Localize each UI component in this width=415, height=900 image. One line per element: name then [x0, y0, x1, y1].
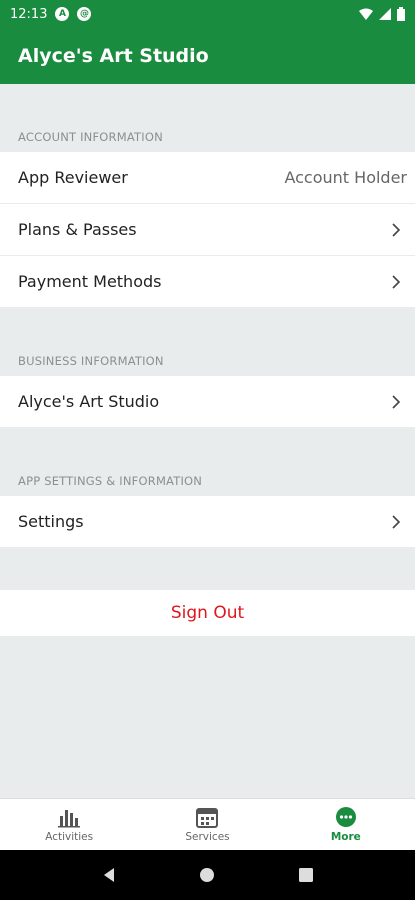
chevron-right-icon [389, 394, 403, 409]
battery-icon [397, 7, 405, 21]
sync-notification-icon: @ [77, 7, 92, 21]
payment-methods-label: Payment Methods [18, 272, 162, 291]
app-notification-icon: A [55, 7, 70, 21]
business-studio-row[interactable]: Alyce's Art Studio [0, 376, 415, 428]
account-name: App Reviewer [18, 168, 128, 187]
nav-activities-label: Activities [45, 831, 94, 843]
system-nav-bar [0, 850, 415, 900]
account-holder-row[interactable]: App Reviewer Account Holder [0, 152, 415, 204]
plans-passes-row[interactable]: Plans & Passes [0, 204, 415, 256]
settings-row[interactable]: Settings [0, 496, 415, 548]
calendar-icon [196, 808, 219, 828]
business-studio-label: Alyce's Art Studio [18, 392, 160, 411]
recents-icon[interactable] [298, 867, 314, 883]
plans-passes-label: Plans & Passes [18, 220, 137, 239]
business-section-header: BUSINESS INFORMATION [18, 354, 164, 368]
payment-methods-row[interactable]: Payment Methods [0, 256, 415, 308]
account-section-header: ACCOUNT INFORMATION [18, 130, 163, 144]
bar-chart-icon [58, 810, 81, 828]
back-icon[interactable] [101, 867, 117, 883]
account-role: Account Holder [284, 168, 407, 187]
sign-out-button[interactable]: Sign Out [0, 590, 415, 636]
nav-services[interactable]: Services [138, 799, 276, 850]
chevron-right-icon [389, 514, 403, 529]
nav-more-label: More [330, 831, 361, 843]
status-time: 12:13 [10, 6, 48, 22]
app-header: Alyce's Art Studio [0, 28, 415, 84]
nav-activities[interactable]: Activities [0, 799, 138, 850]
wifi-icon [359, 8, 373, 20]
chevron-right-icon [389, 222, 403, 237]
status-bar: 12:13 A @ [0, 0, 415, 28]
bottom-nav: Activities Services More [0, 798, 415, 850]
app-settings-section-header: APP SETTINGS & INFORMATION [18, 474, 203, 488]
home-icon[interactable] [199, 867, 215, 883]
chevron-right-icon [389, 274, 403, 289]
more-icon [335, 807, 356, 827]
cell-signal-icon [379, 8, 391, 20]
page-title: Alyce's Art Studio [18, 45, 209, 67]
settings-content: ACCOUNT INFORMATION App Reviewer Account… [0, 84, 415, 636]
nav-services-label: Services [185, 831, 230, 843]
nav-more[interactable]: More [277, 799, 415, 850]
settings-label: Settings [18, 512, 84, 531]
